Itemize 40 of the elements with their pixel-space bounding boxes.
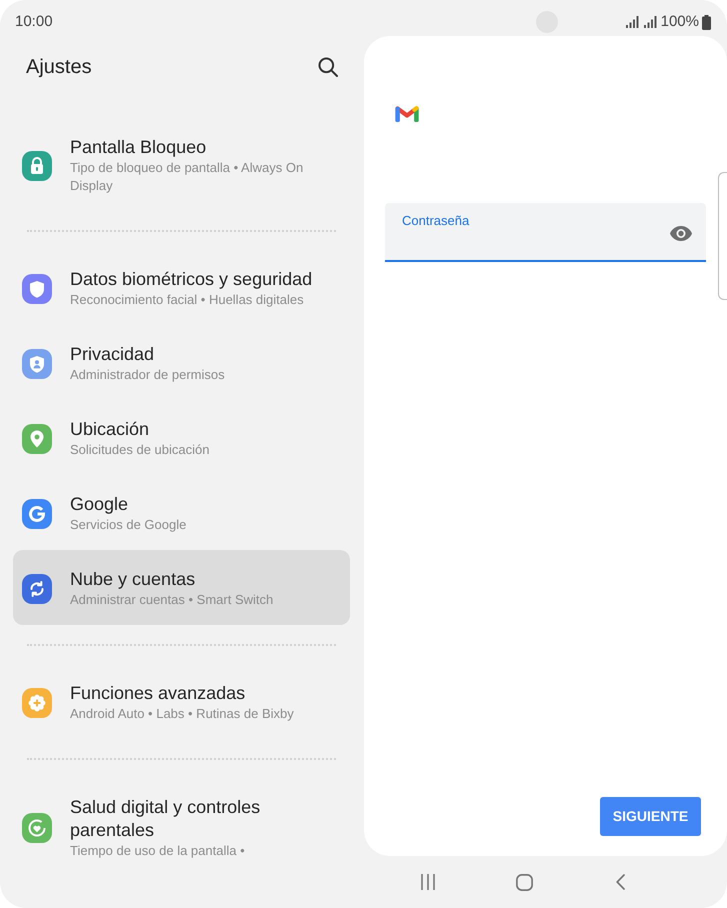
- item-subtitle: Administrar cuentas • Smart Switch: [70, 591, 274, 609]
- item-subtitle: Servicios de Google: [70, 516, 188, 534]
- item-subtitle: Android Auto • Labs • Rutinas de Bixby: [70, 705, 295, 723]
- settings-item[interactable]: Ubicación Solicitudes de ubicación: [13, 400, 350, 475]
- item-subtitle: Administrador de permisos: [70, 366, 226, 384]
- home-icon[interactable]: [516, 874, 532, 890]
- settings-item[interactable]: Pantalla Bloqueo Tipo de bloqueo de pantalla • Always On Display: [13, 118, 350, 211]
- item-title: Google: [70, 493, 130, 516]
- item-subtitle: Tiempo de uso de la pantalla •: [70, 842, 246, 860]
- settings-item[interactable]: Salud digital y controles parentales Tiempo de uso de la pantalla •: [13, 778, 350, 876]
- signal-icon: [626, 16, 639, 28]
- signal-icon: [644, 16, 657, 28]
- settings-item[interactable]: Nube y cuentas Administrar cuentas • Smart Switch: [13, 550, 350, 625]
- battery-icon: [702, 14, 711, 30]
- settings-item[interactable]: Funciones avanzadas Android Auto • Labs • Rutinas de Bixby: [13, 664, 350, 739]
- item-title: Privacidad: [70, 343, 156, 366]
- screen-title: Ajustes: [26, 55, 92, 79]
- item-title: Pantalla Bloqueo: [70, 136, 208, 159]
- mail-logo-icon: [395, 104, 419, 122]
- eye-icon[interactable]: [670, 226, 692, 241]
- item-title: Funciones avanzadas: [70, 682, 246, 705]
- item-title: Ubicación: [70, 418, 150, 441]
- item-title: Datos biométricos y seguridad: [70, 268, 314, 291]
- settings-item[interactable]: Datos biométricos y seguridad Reconocimiento facial • Huellas digitales: [13, 250, 350, 325]
- item-title: Salud digital y controles parentales: [70, 796, 262, 842]
- item-subtitle: Solicitudes de ubicación: [70, 441, 210, 459]
- password-label: Contraseña: [402, 213, 470, 229]
- battery-percentage: 100%: [660, 13, 699, 31]
- search-icon[interactable]: [318, 57, 338, 77]
- edge-panel-handle[interactable]: [718, 172, 727, 300]
- status-time: 10:00: [15, 13, 53, 31]
- recent-apps-icon[interactable]: [421, 874, 435, 890]
- item-subtitle: Tipo de bloqueo de pantalla • Always On Display: [70, 159, 304, 195]
- item-subtitle: Reconocimiento facial • Huellas digitales: [70, 291, 305, 309]
- password-field[interactable]: Contraseña: [385, 203, 706, 262]
- settings-item[interactable]: Privacidad Administrador de permisos: [13, 325, 350, 400]
- next-button[interactable]: SIGUIENTE: [600, 797, 701, 836]
- back-icon[interactable]: [616, 874, 624, 890]
- item-title: Nube y cuentas: [70, 568, 196, 591]
- settings-item[interactable]: Google Servicios de Google: [13, 475, 350, 550]
